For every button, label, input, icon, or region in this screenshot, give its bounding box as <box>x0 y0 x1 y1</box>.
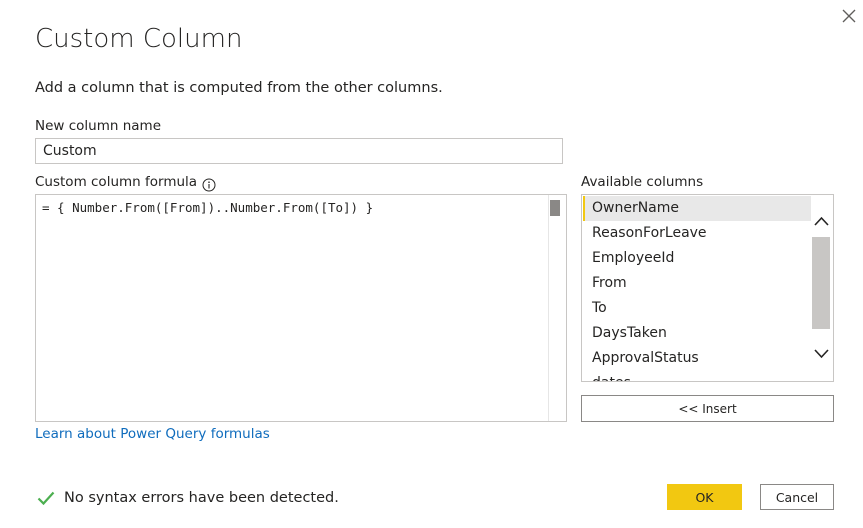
columns-scrollbar[interactable] <box>811 195 833 381</box>
custom-column-formula-label: Custom column formula <box>35 174 198 190</box>
dialog-description: Add a column that is computed from the o… <box>35 80 443 96</box>
column-item-approvalstatus[interactable]: ApprovalStatus <box>583 346 811 371</box>
scroll-down-button[interactable] <box>813 345 830 362</box>
chevron-up-icon <box>814 216 829 226</box>
available-columns-list[interactable]: OwnerName ReasonForLeave EmployeeId From… <box>581 194 834 382</box>
close-icon <box>842 9 856 23</box>
learn-power-query-link[interactable]: Learn about Power Query formulas <box>35 426 270 442</box>
column-item-dates[interactable]: dates <box>583 371 811 381</box>
formula-scroll-thumb[interactable] <box>550 200 560 216</box>
available-columns-label: Available columns <box>581 174 704 190</box>
syntax-status-text: No syntax errors have been detected. <box>64 490 339 506</box>
ok-button[interactable]: OK <box>667 484 742 510</box>
chevron-down-icon <box>814 349 829 359</box>
cancel-button[interactable]: Cancel <box>760 484 834 510</box>
columns-scroll-thumb[interactable] <box>812 237 830 329</box>
custom-column-dialog: Custom Column Add a column that is compu… <box>0 0 863 528</box>
new-column-name-input[interactable] <box>35 138 563 164</box>
dialog-title: Custom Column <box>35 24 243 54</box>
scroll-up-button[interactable] <box>813 213 830 230</box>
info-circle-icon <box>202 178 216 192</box>
column-item-daystaken[interactable]: DaysTaken <box>583 321 811 346</box>
column-item-reasonforleave[interactable]: ReasonForLeave <box>583 221 811 246</box>
new-column-name-label: New column name <box>35 118 162 134</box>
column-item-ownername[interactable]: OwnerName <box>583 196 811 221</box>
check-icon <box>37 491 55 506</box>
formula-editor[interactable]: = { Number.From([From])..Number.From([To… <box>35 194 567 422</box>
formula-text[interactable]: = { Number.From([From])..Number.From([To… <box>42 200 373 215</box>
close-button[interactable] <box>839 6 859 26</box>
column-item-from[interactable]: From <box>583 271 811 296</box>
info-icon[interactable] <box>202 177 216 192</box>
formula-scrollbar[interactable] <box>548 195 566 421</box>
column-item-to[interactable]: To <box>583 296 811 321</box>
insert-button[interactable]: << Insert <box>581 395 834 422</box>
column-item-employeeid[interactable]: EmployeeId <box>583 246 811 271</box>
